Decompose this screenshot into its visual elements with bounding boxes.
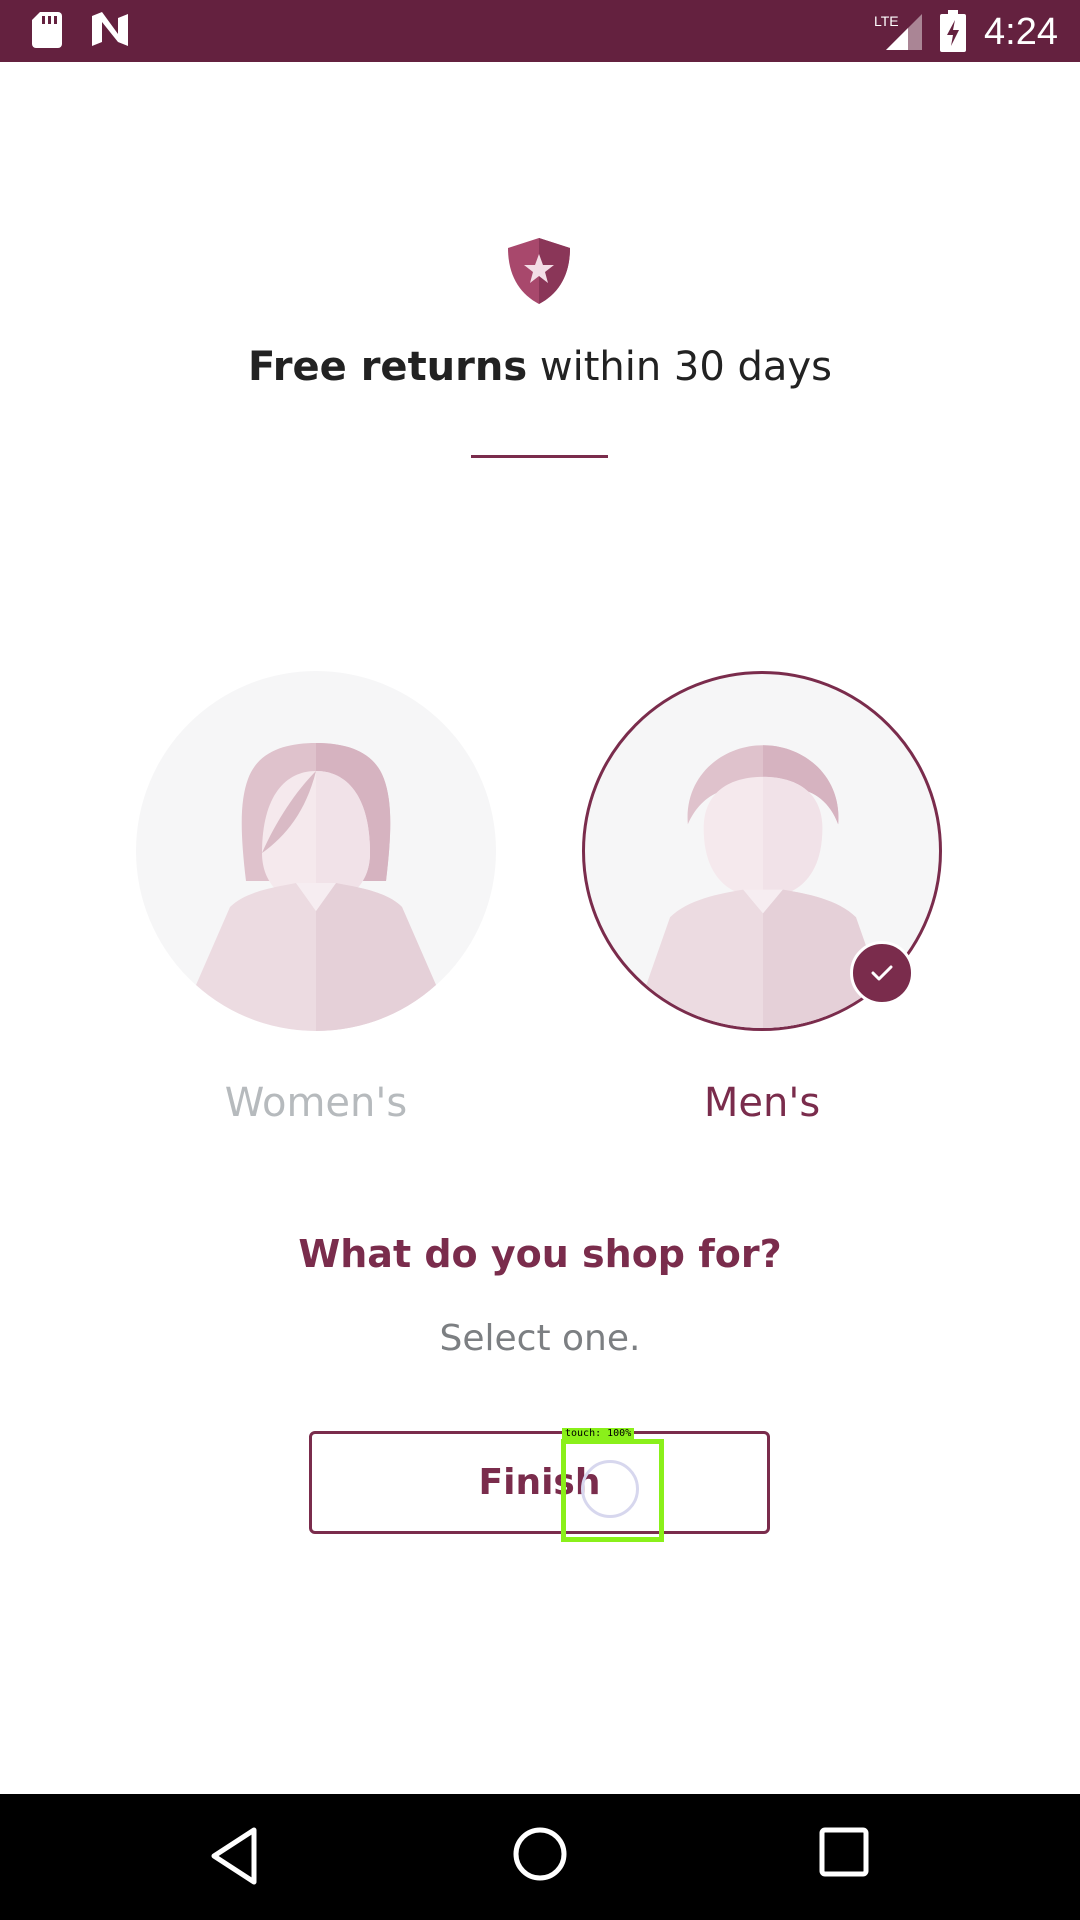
woman-avatar-icon	[196, 743, 436, 1031]
status-bar: LTE 4:24	[0, 0, 1080, 62]
free-returns-rest: within 30 days	[527, 344, 832, 390]
question-title: What do you shop for?	[298, 1232, 782, 1276]
sd-card-icon	[32, 12, 62, 53]
back-icon[interactable]	[208, 1826, 260, 1891]
recents-icon[interactable]	[819, 1827, 869, 1882]
option-label-mens[interactable]: Men's	[582, 1080, 942, 1126]
question-hint: Select one.	[439, 1318, 641, 1359]
touch-indicator-ring	[581, 1460, 639, 1518]
shield-star-icon	[506, 236, 572, 311]
option-womens[interactable]	[136, 671, 496, 1031]
n-icon	[90, 12, 130, 53]
lte-signal-icon: LTE	[872, 10, 928, 57]
option-label-womens[interactable]: Women's	[136, 1080, 496, 1126]
checkmark-icon	[871, 965, 893, 981]
svg-text:LTE: LTE	[874, 13, 899, 29]
clock: 4:24	[984, 11, 1058, 53]
battery-charging-icon	[940, 10, 966, 57]
free-returns-bold: Free returns	[248, 344, 528, 390]
screen: LTE 4:24 Free returns within 30 days Wom…	[0, 0, 1080, 1920]
home-icon[interactable]	[512, 1826, 568, 1887]
divider	[471, 455, 608, 458]
free-returns-text: Free returns within 30 days	[0, 344, 1080, 390]
navigation-bar	[0, 1794, 1080, 1920]
finish-button[interactable]: Finish	[309, 1431, 770, 1534]
selected-check-badge	[850, 941, 914, 1005]
